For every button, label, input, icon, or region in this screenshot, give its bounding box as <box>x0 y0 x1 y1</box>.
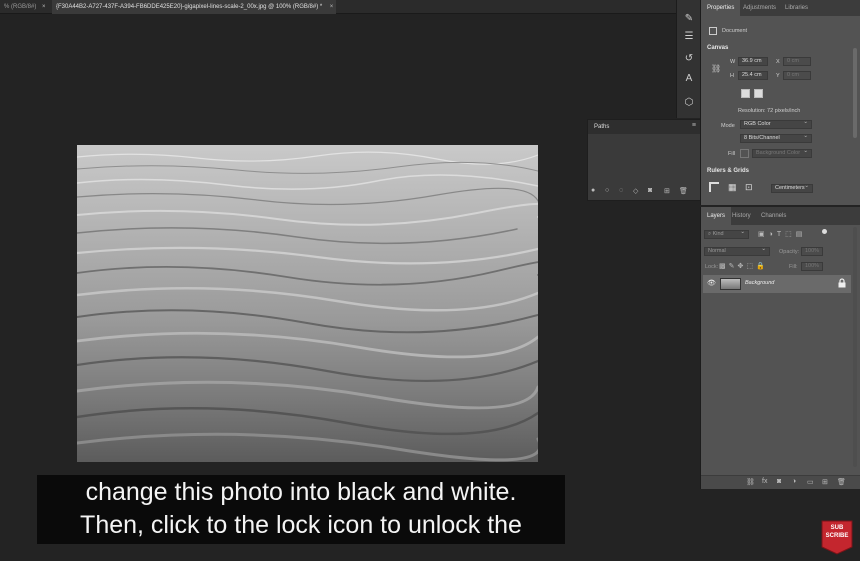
link-layers-icon[interactable]: ⛓ <box>746 478 755 486</box>
rulers-icon[interactable] <box>709 182 719 192</box>
add-mask-icon[interactable]: ◙ <box>648 187 652 194</box>
layer-style-fx-icon[interactable]: fx <box>762 478 767 485</box>
stroke-path-icon[interactable]: ○ <box>605 187 609 194</box>
subscribe-button[interactable]: SUB SCRIBE <box>820 519 854 555</box>
filter-toggle-icon[interactable] <box>822 229 827 234</box>
fill-label: Fill <box>728 151 736 157</box>
opacity-field[interactable]: 100% <box>801 247 823 256</box>
fill-dropdown[interactable]: Background Color <box>752 148 812 158</box>
video-caption: change this photo into black and white. … <box>37 475 565 544</box>
landscape-orientation-icon[interactable] <box>754 89 763 98</box>
lock-icon[interactable] <box>837 278 847 288</box>
adjustment-layer-icon[interactable]: ◑ <box>792 478 796 485</box>
lock-options-icons[interactable]: ▩✎✥⬚🔒 <box>719 262 768 270</box>
fill-label: Fill: <box>789 264 798 270</box>
close-icon[interactable]: × <box>42 4 46 10</box>
tab-layers[interactable]: Layers <box>701 207 732 225</box>
tab-history[interactable]: History <box>732 207 751 225</box>
adjustments-sliders-icon[interactable]: ☰ <box>682 30 696 44</box>
properties-panel: Properties Adjustments Libraries Documen… <box>700 0 860 205</box>
height-label: H <box>730 73 734 79</box>
layer-row-background[interactable]: 👁 Background <box>703 275 851 293</box>
caption-line-2: Then, click to the lock icon to unlock t… <box>80 511 522 539</box>
canvas-section-title[interactable]: Canvas <box>707 45 728 51</box>
resolution-text: Resolution: 72 pixels/inch <box>738 108 801 114</box>
x-field[interactable]: 0 cm <box>783 57 811 66</box>
new-path-icon[interactable]: ⊞ <box>664 187 670 195</box>
tab-properties[interactable]: Properties <box>701 0 741 16</box>
delete-layer-icon[interactable]: 🗑 <box>837 478 846 486</box>
properties-tabs: Properties Adjustments Libraries <box>701 0 860 16</box>
y-field[interactable]: 0 cm <box>783 71 811 80</box>
add-mask-icon[interactable]: ◙ <box>777 478 781 485</box>
filter-kind-dropdown[interactable]: ⌕ Kind <box>704 229 749 239</box>
new-group-icon[interactable]: ▭ <box>807 478 814 486</box>
fill-path-icon[interactable]: ● <box>591 187 595 194</box>
document-tab-active[interactable]: {F30A44B2-A727-437F-A394-FB6DDE425E20}-g… <box>52 0 337 14</box>
fill-field[interactable]: 100% <box>801 262 823 271</box>
layers-panel: Layers History Channels ⌕ Kind ▣◑T⬚▤ Nor… <box>700 207 860 489</box>
link-icon[interactable]: ⛓ <box>711 64 721 73</box>
subscribe-text-2: SCRIBE <box>825 533 849 539</box>
layers-scrollbar[interactable] <box>853 227 857 467</box>
tab-libraries[interactable]: Libraries <box>785 0 808 16</box>
document-icon <box>709 27 717 35</box>
width-field[interactable]: 36.9 cm <box>738 57 768 66</box>
tab-adjustments[interactable]: Adjustments <box>743 0 776 16</box>
height-field[interactable]: 25.4 cm <box>738 71 768 80</box>
portrait-orientation-icon[interactable] <box>741 89 750 98</box>
document-label: Document <box>722 28 748 34</box>
fill-color-swatch[interactable] <box>740 149 749 158</box>
visibility-eye-icon[interactable]: 👁 <box>707 279 716 287</box>
new-layer-icon[interactable]: ⊞ <box>822 478 828 486</box>
tab-channels[interactable]: Channels <box>761 207 786 225</box>
delete-path-icon[interactable]: 🗑 <box>679 187 688 195</box>
x-label: X <box>776 59 780 65</box>
document-photo-water[interactable] <box>77 145 538 462</box>
paths-panel-title[interactable]: Paths <box>588 120 700 134</box>
units-dropdown[interactable]: Centimeters <box>771 183 813 193</box>
water-ripples-image <box>77 151 538 462</box>
color-mode-dropdown[interactable]: RGB Color <box>740 119 812 129</box>
load-selection-icon[interactable]: ◌ <box>619 187 623 194</box>
layer-filter-icons[interactable]: ▣◑T⬚▤ <box>758 230 806 238</box>
layers-footer: ⛓ fx ◙ ◑ ▭ ⊞ 🗑 <box>701 475 860 489</box>
paths-panel-footer: ● ○ ◌ ◇ ◙ ⊞ 🗑 <box>588 187 700 197</box>
width-label: W <box>730 59 736 65</box>
layers-tabs: Layers History Channels <box>701 207 860 225</box>
rulers-grids-section-title[interactable]: Rulers & Grids <box>707 168 749 174</box>
panel-menu-icon[interactable]: ≡ <box>692 122 696 129</box>
properties-scrollbar[interactable] <box>853 48 857 138</box>
bit-depth-dropdown[interactable]: 8 Bits/Channel <box>740 133 812 143</box>
document-tab-bar: % (RGB/8#) × {F30A44B2-A727-437F-A394-FB… <box>0 0 676 14</box>
y-label: Y <box>776 73 780 79</box>
guides-icon[interactable]: ⊡ <box>745 182 753 192</box>
make-path-icon[interactable]: ◇ <box>633 187 638 195</box>
lock-label: Lock: <box>705 264 719 270</box>
close-icon[interactable]: × <box>330 0 334 14</box>
kind-label: Kind <box>712 231 724 237</box>
subscribe-text-1: SUB <box>830 525 844 531</box>
mode-label: Mode <box>721 123 735 129</box>
tab-label: {F30A44B2-A727-437F-A394-FB6DDE425E20}-g… <box>56 4 323 10</box>
paths-panel: Paths ≡ ● ○ ◌ ◇ ◙ ⊞ 🗑 <box>587 119 701 201</box>
opacity-label: Opacity: <box>779 249 800 255</box>
3d-cube-icon[interactable]: ⬡ <box>682 96 696 110</box>
grid-icon[interactable]: ▦ <box>728 182 737 192</box>
history-icon[interactable]: ↺ <box>682 52 696 66</box>
tab-label: % (RGB/8#) <box>4 4 37 10</box>
panel-icon-strip: ✎ ☰ ↺ A ⬡ <box>676 0 700 118</box>
blend-mode-dropdown[interactable]: Normal <box>704 246 770 256</box>
caption-line-1: change this photo into black and white. <box>85 478 517 506</box>
brush-settings-icon[interactable]: ✎ <box>682 12 696 26</box>
character-icon[interactable]: A <box>682 72 696 86</box>
document-tab-previous[interactable]: % (RGB/8#) × <box>0 0 50 14</box>
layer-thumbnail <box>720 278 741 290</box>
layer-name: Background <box>745 280 775 286</box>
